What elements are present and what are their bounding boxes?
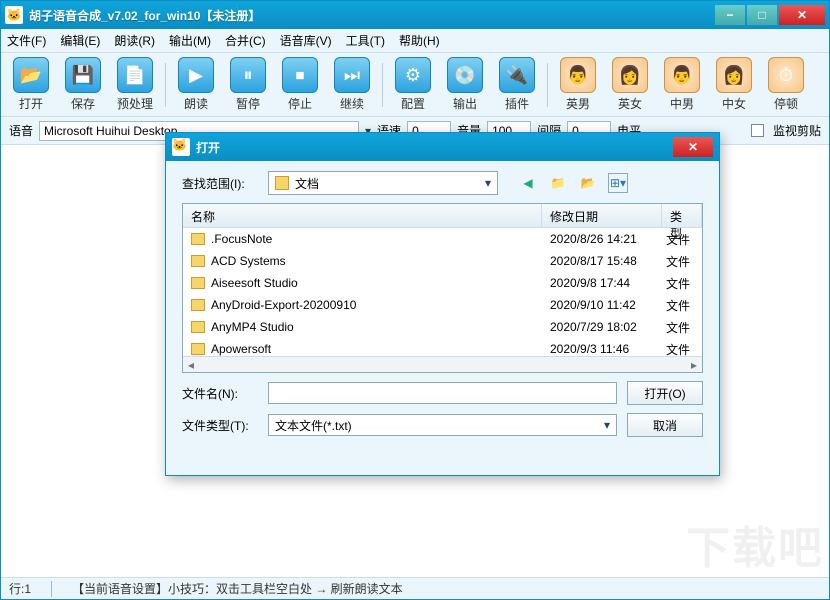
- config-icon: ⚙: [395, 57, 431, 93]
- h-scrollbar[interactable]: ◂ ▸: [183, 356, 702, 372]
- statusbar: 行:1 【当前语音设置】小技巧：双击工具栏空白处 → 刷新朗读文本: [1, 577, 829, 599]
- enwoman-icon: 👩: [612, 57, 648, 93]
- file-row[interactable]: .FocusNote2020/8/26 14:21文件: [183, 228, 702, 250]
- pauseword-icon: ⏱: [768, 57, 804, 93]
- play-icon: ▶: [178, 57, 214, 93]
- folder-icon: [191, 299, 205, 311]
- filename-input[interactable]: [268, 382, 617, 404]
- tb-output[interactable]: 💿输出: [443, 57, 487, 112]
- watermark: 下载吧: [686, 512, 824, 576]
- menu-output[interactable]: 输出(M): [169, 32, 211, 49]
- tb-continue[interactable]: ⏭继续: [330, 57, 374, 112]
- folder-icon: [275, 176, 289, 190]
- menu-edit[interactable]: 编辑(E): [60, 32, 100, 49]
- chevron-down-icon: ▾: [604, 418, 610, 432]
- tb-config[interactable]: ⚙配置: [391, 57, 435, 112]
- app-icon: 🐱: [5, 6, 23, 24]
- view-icon[interactable]: ⊞▾: [608, 173, 628, 193]
- tb-stop[interactable]: ⏹停止: [278, 57, 322, 112]
- toolbar: 📂打开 💾保存 📄预处理 ▶朗读 ⏸暂停 ⏹停止 ⏭继续 ⚙配置 💿输出 🔌插件…: [1, 53, 829, 117]
- scroll-right-icon[interactable]: ▸: [686, 358, 702, 372]
- tb-save[interactable]: 💾保存: [61, 57, 105, 112]
- separator: [547, 63, 548, 107]
- menu-voicelib[interactable]: 语音库(V): [280, 32, 332, 49]
- back-icon[interactable]: ◀: [518, 173, 538, 193]
- cnman-icon: 👨: [664, 57, 700, 93]
- file-list-header[interactable]: 名称 修改日期 类型: [183, 204, 702, 228]
- filetype-combo[interactable]: 文本文件(*.txt) ▾: [268, 414, 617, 436]
- scroll-left-icon[interactable]: ◂: [183, 358, 199, 372]
- chevron-down-icon: ▾: [485, 176, 491, 190]
- tb-open[interactable]: 📂打开: [9, 57, 53, 112]
- tb-cnwoman[interactable]: 👩中女: [712, 57, 756, 112]
- filename-label: 文件名(N):: [182, 385, 258, 402]
- voice-label: 语音: [9, 122, 33, 139]
- open-button[interactable]: 打开(O): [627, 381, 703, 405]
- dialog-close-button[interactable]: ✕: [673, 137, 713, 157]
- tb-cnman[interactable]: 👨中男: [660, 57, 704, 112]
- tb-pause[interactable]: ⏸暂停: [226, 57, 270, 112]
- up-icon[interactable]: 📁: [548, 173, 568, 193]
- monitor-label: 监视剪贴: [773, 122, 821, 139]
- folder-icon: [191, 343, 205, 355]
- lookin-label: 查找范围(I):: [182, 175, 258, 192]
- separator: [165, 63, 166, 107]
- dialog-titlebar[interactable]: 🐱 打开 ✕: [166, 133, 719, 161]
- menu-tool[interactable]: 工具(T): [346, 32, 385, 49]
- col-name[interactable]: 名称: [183, 204, 542, 227]
- tb-enman[interactable]: 👨英男: [556, 57, 600, 112]
- folder-icon: [191, 233, 205, 245]
- tb-pauseword[interactable]: ⏱停顿: [764, 57, 808, 112]
- stop-icon: ⏹: [282, 57, 318, 93]
- newfolder-icon[interactable]: 📂: [578, 173, 598, 193]
- cancel-button[interactable]: 取消: [627, 413, 703, 437]
- filetype-label: 文件类型(T):: [182, 417, 258, 434]
- window-title: 胡子语音合成_v7.02_for_win10【未注册】: [29, 7, 715, 24]
- file-row[interactable]: AnyMP4 Studio2020/7/29 18:02文件: [183, 316, 702, 338]
- maximize-button[interactable]: □: [747, 5, 777, 25]
- dialog-title: 打开: [196, 139, 673, 156]
- file-row[interactable]: AnyDroid-Export-202009102020/9/10 11:42文…: [183, 294, 702, 316]
- menu-help[interactable]: 帮助(H): [399, 32, 440, 49]
- open-dialog: 🐱 打开 ✕ 查找范围(I): 文档 ▾ ◀ 📁 📂 ⊞▾ 名称 修改日期 类型: [165, 132, 720, 476]
- col-type[interactable]: 类型: [662, 204, 702, 227]
- file-row[interactable]: ACD Systems2020/8/17 15:48文件: [183, 250, 702, 272]
- plugin-icon: 🔌: [499, 57, 535, 93]
- open-icon: 📂: [13, 57, 49, 93]
- menu-read[interactable]: 朗读(R): [114, 32, 155, 49]
- pause-icon: ⏸: [230, 57, 266, 93]
- continue-icon: ⏭: [334, 57, 370, 93]
- dialog-icon: 🐱: [172, 138, 190, 156]
- preprocess-icon: 📄: [117, 57, 153, 93]
- menu-file[interactable]: 文件(F): [7, 32, 46, 49]
- tb-plugin[interactable]: 🔌插件: [495, 57, 539, 112]
- folder-icon: [191, 321, 205, 333]
- file-row[interactable]: Apowersoft2020/9/3 11:46文件: [183, 338, 702, 356]
- col-date[interactable]: 修改日期: [542, 204, 662, 227]
- file-row[interactable]: Aiseesoft Studio2020/9/8 17:44文件: [183, 272, 702, 294]
- folder-icon: [191, 277, 205, 289]
- monitor-checkbox[interactable]: [751, 124, 764, 137]
- tb-preprocess[interactable]: 📄预处理: [113, 57, 157, 112]
- cnwoman-icon: 👩: [716, 57, 752, 93]
- titlebar[interactable]: 🐱 胡子语音合成_v7.02_for_win10【未注册】 − □ ✕: [1, 1, 829, 29]
- minimize-button[interactable]: −: [715, 5, 745, 25]
- separator: [382, 63, 383, 107]
- menubar: 文件(F) 编辑(E) 朗读(R) 输出(M) 合并(C) 语音库(V) 工具(…: [1, 29, 829, 53]
- output-icon: 💿: [447, 57, 483, 93]
- folder-icon: [191, 255, 205, 267]
- menu-merge[interactable]: 合并(C): [225, 32, 266, 49]
- tb-enwoman[interactable]: 👩英女: [608, 57, 652, 112]
- close-button[interactable]: ✕: [779, 5, 825, 25]
- status-line: 行:1: [9, 580, 31, 597]
- status-tip: 【当前语音设置】小技巧：双击工具栏空白处 → 刷新朗读文本: [72, 580, 403, 597]
- enman-icon: 👨: [560, 57, 596, 93]
- lookin-combo[interactable]: 文档 ▾: [268, 171, 498, 195]
- tb-read[interactable]: ▶朗读: [174, 57, 218, 112]
- file-list: 名称 修改日期 类型 .FocusNote2020/8/26 14:21文件AC…: [182, 203, 703, 373]
- save-icon: 💾: [65, 57, 101, 93]
